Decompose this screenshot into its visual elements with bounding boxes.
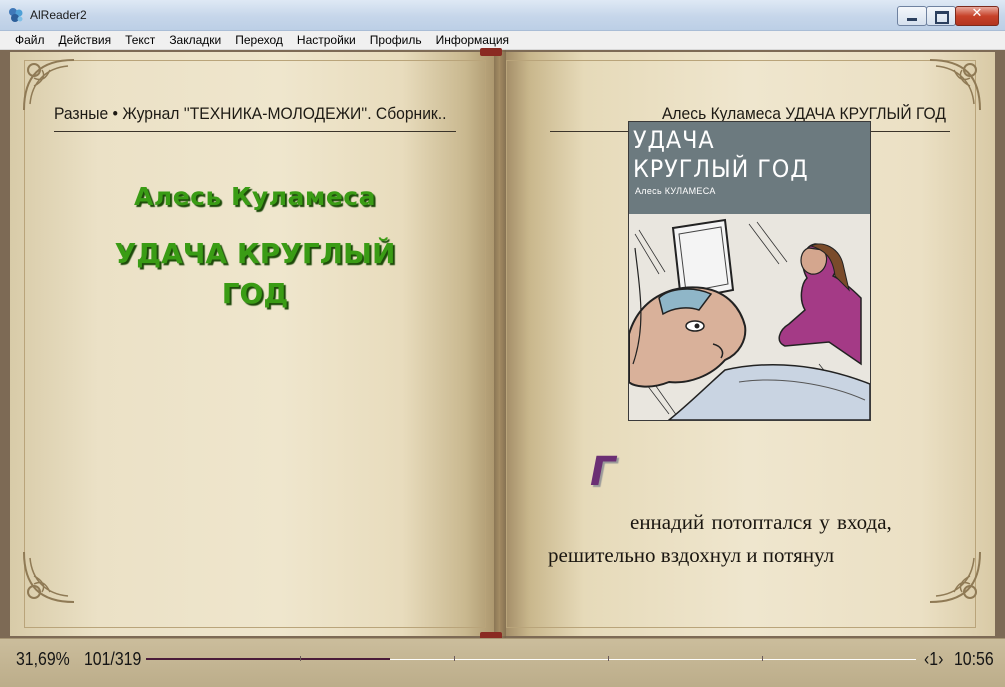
page-counter: 101/319 <box>84 649 142 669</box>
page-indicator[interactable]: ‹1› <box>924 649 943 670</box>
book-author: Алесь Куламеса <box>134 182 376 211</box>
text-line: еннадий потоптался у входа, <box>630 510 892 534</box>
corner-ornament-icon <box>929 551 981 603</box>
cover-title-line: КРУГЛЫЙ ГОД <box>633 155 809 183</box>
close-icon: ✕ <box>971 6 983 21</box>
minimize-icon <box>907 18 917 21</box>
clock: 10:56 <box>954 649 994 669</box>
maximize-button[interactable] <box>926 6 956 26</box>
cover-illustration <box>629 214 870 420</box>
chapter-tick <box>608 656 609 661</box>
corner-ornament-icon <box>23 551 75 603</box>
page-frame <box>24 60 486 628</box>
menu-actions[interactable]: Действия <box>52 31 119 49</box>
app-icon <box>9 8 23 22</box>
dropcap-letter: Г <box>590 449 616 495</box>
read-percent: 31,69% <box>16 649 70 669</box>
book-title: УДАЧА КРУГЛЫЙ ГОД <box>10 234 500 314</box>
cover-title-line: УДАЧА <box>633 126 715 154</box>
text-line: решительно вздохнул и потянул <box>548 543 835 567</box>
menu-file[interactable]: Файл <box>0 31 52 49</box>
close-button[interactable]: ✕ <box>955 6 999 26</box>
book-spine <box>494 50 506 638</box>
header-rule <box>54 131 456 132</box>
title-bar: AlReader2 ✕ <box>0 0 1005 31</box>
book-cover-image: УДАЧА КРУГЛЫЙ ГОД Алесь КУЛАМЕСА <box>628 121 871 421</box>
book-title-line: ГОД <box>221 277 289 310</box>
chapter-tick <box>762 656 763 661</box>
minimize-button[interactable] <box>897 6 927 26</box>
reading-progress-bar[interactable] <box>146 656 916 661</box>
status-bar: 31,69% 101/319 ‹1› 10:56 <box>0 638 1005 687</box>
left-page[interactable] <box>10 52 500 636</box>
menu-info[interactable]: Информация <box>429 31 516 49</box>
menu-settings[interactable]: Настройки <box>290 31 363 49</box>
cover-title: УДАЧА КРУГЛЫЙ ГОД <box>633 126 809 184</box>
cover-author: Алесь КУЛАМЕСА <box>635 186 716 196</box>
left-page-header: Разные • Журнал ''ТЕХНИКА-МОЛОДЕЖИ''. Сб… <box>54 104 447 123</box>
reading-progress-fill <box>146 658 390 660</box>
maximize-icon <box>935 11 949 24</box>
menu-navigate[interactable]: Переход <box>228 31 290 49</box>
bookmark-ribbon <box>480 48 502 56</box>
window-title: AlReader2 <box>30 8 87 22</box>
menu-profile[interactable]: Профиль <box>363 31 429 49</box>
menu-bookmarks[interactable]: Закладки <box>162 31 228 49</box>
window-controls: ✕ <box>897 6 999 26</box>
chapter-tick <box>300 656 301 661</box>
chapter-tick <box>454 656 455 661</box>
menu-bar: Файл Действия Текст Закладки Переход Нас… <box>0 31 1005 50</box>
menu-text[interactable]: Текст <box>118 31 162 49</box>
cover-header: УДАЧА КРУГЛЫЙ ГОД Алесь КУЛАМЕСА <box>629 122 870 214</box>
book-title-line: УДАЧА КРУГЛЫЙ <box>114 237 396 270</box>
